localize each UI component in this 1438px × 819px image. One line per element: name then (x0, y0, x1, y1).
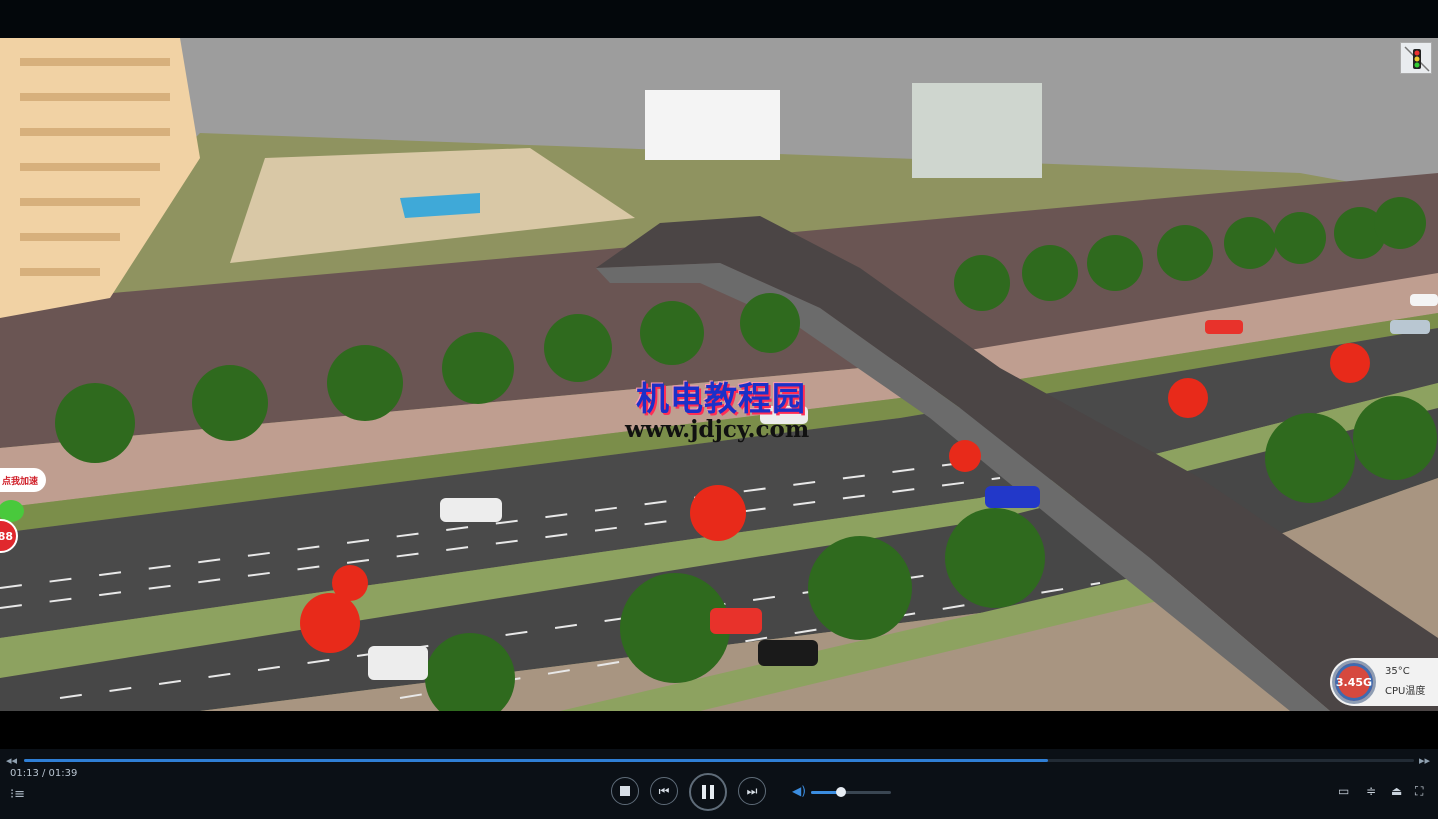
watermark-chinese: 机电教程园 (636, 379, 806, 418)
speedup-badge[interactable]: 点我加速 (0, 468, 46, 492)
progress-fill (24, 759, 1049, 762)
white-villa (645, 90, 780, 160)
next-button[interactable]: ⏭ (738, 777, 766, 805)
control-bar: ◂◂ ▸▸ 01:13 / 01:39 ⁝≡ ⏮ ⏭ ◀) ▭ ≑ ⏏ ⛶ (0, 749, 1438, 819)
video-player: 机电教程园 www.jdjcy.com 点我加速 88 3.45G 35°C C… (0, 0, 1438, 819)
speedup-label: 点我加速 (2, 477, 39, 487)
pause-icon (702, 785, 714, 799)
playlist-icon[interactable]: ⁝≡ (10, 787, 25, 802)
volume-icon[interactable]: ◀) (792, 784, 806, 798)
equalizer-icon[interactable]: ≑ (1366, 784, 1376, 798)
boost-value: 88 (0, 529, 13, 543)
traffic-light-icon[interactable] (1400, 42, 1432, 74)
time-display: 01:13 / 01:39 (10, 768, 78, 779)
video-frame[interactable]: 机电教程园 www.jdjcy.com 点我加速 88 3.45G 35°C C… (0, 38, 1438, 711)
fast-forward-icon[interactable]: ▸▸ (1419, 754, 1430, 767)
pause-button[interactable] (689, 773, 727, 811)
stop-button[interactable] (611, 777, 639, 805)
volume-knob[interactable] (836, 787, 847, 797)
previous-icon: ⏮ (658, 783, 670, 798)
top-bar (0, 0, 1438, 38)
screen-icon[interactable]: ▭ (1338, 784, 1349, 798)
cpu-temperature-label: CPU温度 (1385, 686, 1426, 697)
next-icon: ⏭ (746, 783, 758, 798)
previous-button[interactable]: ⏮ (650, 777, 678, 805)
cpu-frequency: 3.45G (1332, 660, 1376, 704)
progress-bar[interactable] (24, 759, 1414, 762)
watermark-url: www.jdjcy.com (625, 416, 810, 443)
volume-slider[interactable] (811, 787, 891, 797)
cpu-temperature: 35°C (1385, 666, 1410, 677)
eject-icon[interactable]: ⏏ (1391, 784, 1402, 798)
fullscreen-icon[interactable]: ⛶ (1415, 784, 1423, 799)
glass-building (912, 83, 1042, 178)
stop-icon (620, 786, 630, 796)
letterbox-bar (0, 711, 1438, 749)
cpu-monitor-widget[interactable]: 3.45G 35°C CPU温度 (1330, 658, 1438, 706)
rewind-icon[interactable]: ◂◂ (6, 754, 17, 767)
